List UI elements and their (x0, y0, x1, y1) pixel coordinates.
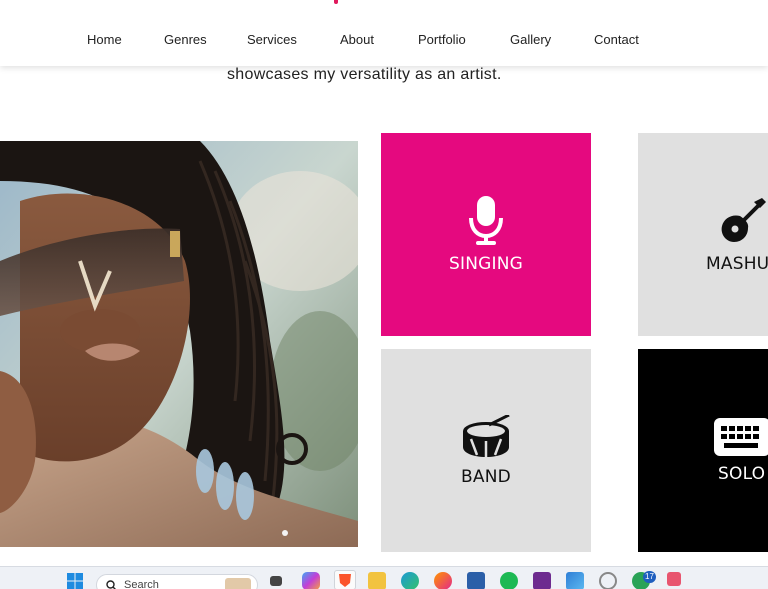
guitar-icon (721, 197, 766, 242)
search-highlight-icon (225, 578, 251, 589)
firefox-icon[interactable] (434, 572, 452, 589)
microphone-icon (469, 195, 503, 245)
affinity-icon[interactable] (533, 572, 551, 589)
nav-genres[interactable]: Genres (164, 32, 207, 47)
logo-fragment (334, 0, 338, 4)
nav-contact[interactable]: Contact (594, 32, 639, 47)
nav-portfolio[interactable]: Portfolio (418, 32, 466, 47)
search-icon (106, 580, 116, 589)
genre-card-band[interactable]: BAND (381, 349, 591, 552)
notification-badge: 17 (643, 571, 656, 583)
card-label-band: BAND (461, 466, 511, 487)
card-label-solo: SOLO (718, 463, 766, 484)
taskbar-search-input[interactable]: Search (96, 574, 258, 589)
edge-browser-icon[interactable] (401, 572, 419, 589)
top-navbar: Home Genres Services About Portfolio Gal… (0, 0, 768, 66)
nav-gallery[interactable]: Gallery (510, 32, 551, 47)
nav-services[interactable]: Services (247, 32, 297, 47)
copilot-icon[interactable] (302, 572, 320, 589)
file-explorer-icon[interactable] (368, 572, 386, 589)
artist-photo (0, 141, 358, 547)
os-taskbar: Search 17 (0, 566, 768, 589)
genre-card-mashup[interactable]: MASHU (638, 133, 768, 336)
card-label-mashup: MASHU (706, 253, 768, 274)
spotify-icon[interactable] (500, 572, 518, 589)
card-label-singing: SINGING (449, 253, 523, 274)
intro-text: showcases my versatility as an artist. (227, 66, 502, 83)
hotspot-icon[interactable] (599, 572, 617, 589)
nav-about[interactable]: About (340, 32, 374, 47)
genre-card-singing[interactable]: SINGING (381, 133, 591, 336)
brave-browser-icon[interactable] (334, 570, 356, 589)
genre-card-solo[interactable]: SOLO (638, 349, 768, 552)
taskbar-search-placeholder: Search (124, 579, 159, 589)
drum-icon (463, 414, 510, 457)
photos-icon[interactable] (566, 572, 584, 589)
store-icon[interactable] (467, 572, 485, 589)
snipping-tool-icon[interactable] (667, 572, 681, 586)
windows-start-icon[interactable] (66, 572, 84, 589)
nav-home[interactable]: Home (87, 32, 122, 47)
task-view-icon[interactable] (270, 576, 282, 586)
keyboard-icon (714, 417, 768, 456)
